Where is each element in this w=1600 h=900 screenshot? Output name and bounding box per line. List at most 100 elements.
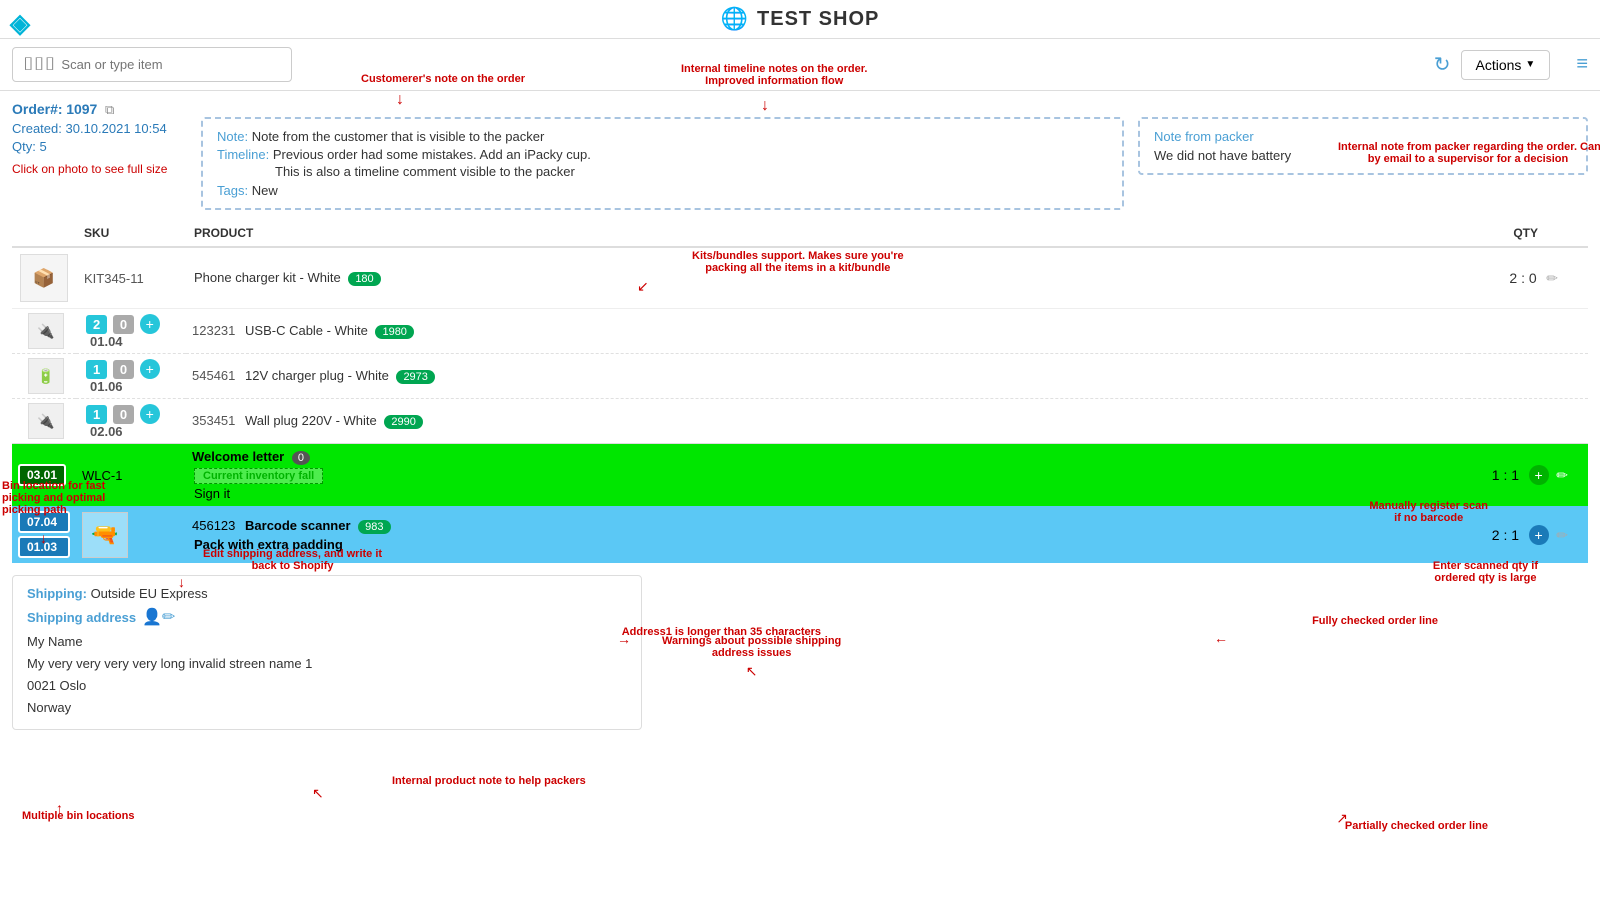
- scan-input-wrapper[interactable]: ⌷⌷⌷: [12, 47, 292, 82]
- order-number: Order#: 1097 ⧉: [12, 101, 187, 118]
- checked-subnote: Current inventory fall Sign it: [192, 465, 1462, 501]
- sub2-controls: 1 0 + 01.06: [76, 354, 186, 399]
- sub3-image-cell: 🔌: [12, 399, 76, 444]
- shipping-addr-header: Shipping address 👤✏: [27, 607, 627, 627]
- ann-arrow-multi: ↑: [56, 800, 63, 816]
- menu-icon[interactable]: ≡: [1576, 53, 1588, 76]
- sub2-qty-col: [1468, 354, 1588, 399]
- ann-arrow-kit: ↙: [637, 278, 649, 295]
- col-sku-header: SKU: [76, 220, 186, 247]
- copy-icon[interactable]: ⧉: [105, 102, 114, 117]
- checked-badge: 0: [292, 451, 310, 465]
- scan-input[interactable]: [61, 57, 281, 72]
- partial-add-button[interactable]: +: [1529, 525, 1549, 545]
- ann-arrow-warnings: ↖: [662, 663, 841, 680]
- kit-thumbnail[interactable]: 📦: [20, 254, 68, 302]
- sub2-sku-name: 545461 12V charger plug - White 2973: [186, 354, 1468, 399]
- sub3-badge: 2990: [384, 415, 422, 429]
- checked-edit-icon[interactable]: ✏: [1556, 467, 1568, 483]
- logo: ◈: [10, 8, 30, 39]
- kit-edit-icon[interactable]: ✏: [1546, 270, 1558, 286]
- col-qty-header: QTY: [1468, 220, 1588, 247]
- sub2-qty-zero: 0: [113, 360, 134, 379]
- ann-bin: Bin location for fastpicking and optimal…: [2, 480, 122, 516]
- col-product-header: PRODUCT: [186, 220, 1468, 247]
- inventory-label: Current inventory fall: [194, 468, 323, 484]
- sub3-add-button[interactable]: +: [140, 404, 160, 424]
- ann-product-note: Internal product note to help packers: [392, 775, 586, 787]
- sub-item-row-1: 🔌 2 0 + 01.04 123231 USB-C Cable - White: [12, 309, 1588, 354]
- ann-ship-warnings: Warnings about possible shippingaddress …: [662, 635, 841, 659]
- actions-button[interactable]: Actions ▼: [1461, 50, 1551, 80]
- partial-thumbnail[interactable]: 🔫: [82, 512, 128, 558]
- checked-add-button[interactable]: +: [1529, 465, 1549, 485]
- checked-qty-cell: 1 : 1 + ✏: [1468, 444, 1588, 507]
- sub1-qty-packed: 2: [86, 315, 107, 334]
- note-line: Note: Note from the customer that is vis…: [217, 129, 1108, 144]
- sub2-qty-packed: 1: [86, 360, 107, 379]
- ann-multi-bin: Multiple bin locations: [22, 810, 134, 822]
- sub2-thumbnail[interactable]: 🔋: [28, 358, 64, 394]
- ann-arrow-checked: ←: [1214, 630, 1228, 646]
- partial-badge: 983: [358, 520, 390, 534]
- sub1-badge: 1980: [375, 325, 413, 339]
- ann-manual: Manually register scanif no barcode: [1369, 500, 1488, 524]
- ann-arrow-bin: ↓: [40, 530, 47, 546]
- sub2-add-button[interactable]: +: [140, 359, 160, 379]
- sub1-qty-zero: 0: [113, 315, 134, 334]
- main-content: Order#: 1097 ⧉ Created: 30.10.2021 10:54…: [0, 91, 1600, 740]
- ann-enter-qty: Enter scanned qty ifordered qty is large: [1433, 560, 1538, 584]
- ann-arrow-partial: ↗: [1336, 810, 1348, 827]
- product-table-area: Kits/bundles support. Makes sure you'rep…: [12, 220, 1588, 563]
- edit-address-icon[interactable]: 👤✏: [142, 607, 175, 627]
- packer-note-area: Internal note from packer regarding the …: [1138, 101, 1588, 175]
- sub3-thumbnail[interactable]: 🔌: [28, 403, 64, 439]
- photo-hint[interactable]: Click on photo to see full size: [12, 162, 187, 176]
- refresh-button[interactable]: ↻: [1434, 52, 1451, 77]
- sub3-qty-packed: 1: [86, 405, 107, 424]
- partial-note: Pack with extra padding: [192, 537, 1462, 552]
- notes-area: Customerer's note on the order ↓ Interna…: [201, 101, 1124, 210]
- app-title: 🌐 TEST SHOP: [721, 6, 880, 32]
- globe-icon: 🌐: [721, 6, 749, 32]
- checked-name-cell: Welcome letter 0 Current inventory fall …: [186, 444, 1468, 507]
- sub3-sku-name: 353451 Wall plug 220V - White 2990: [186, 399, 1468, 444]
- barcode-icon: ⌷⌷⌷: [23, 54, 55, 75]
- partial-edit-icon[interactable]: ✏: [1556, 527, 1568, 543]
- kit-badge: 180: [348, 272, 380, 286]
- shipping-method-line: Shipping: Outside EU Express: [27, 586, 627, 601]
- order-created: Created: 30.10.2021 10:54: [12, 121, 187, 136]
- kit-image-cell: 📦: [12, 247, 76, 309]
- kit-sku-cell: KIT345-11: [76, 247, 186, 309]
- ann-arrow-product: ↖: [312, 785, 324, 802]
- shipping-warnings-area: Warnings about possible shippingaddress …: [662, 635, 841, 730]
- ann-arrow-addr1: →: [617, 631, 631, 647]
- customer-note-box: Note: Note from the customer that is vis…: [201, 117, 1124, 210]
- col-image: [12, 220, 76, 247]
- sub2-badge: 2973: [396, 370, 434, 384]
- ann-customer-note: Customerer's note on the order: [361, 73, 525, 85]
- ann-arrow-2: ↓: [761, 97, 769, 115]
- tags-line: Tags: New: [217, 183, 1108, 198]
- sub1-qty-col: [1468, 309, 1588, 354]
- checked-row: 03.01 WLC-1 Welcome letter 0 Current inv…: [12, 444, 1588, 507]
- sub1-image-cell: 🔌: [12, 309, 76, 354]
- sub1-sku-name: 123231 USB-C Cable - White 1980: [186, 309, 1468, 354]
- sub-item-row-2: 🔋 1 0 + 01.06 545461 12V charger plug - …: [12, 354, 1588, 399]
- sub3-controls: 1 0 + 02.06: [76, 399, 186, 444]
- sub3-qty-zero: 0: [113, 405, 134, 424]
- sub2-image-cell: 🔋: [12, 354, 76, 399]
- sub-item-row-3: 🔌 1 0 + 02.06 353451 Wall plug 220V - Wh…: [12, 399, 1588, 444]
- ann-partial: Partially checked order line: [1345, 820, 1488, 832]
- ann-edit-ship: Edit shipping address, and write itback …: [203, 548, 382, 572]
- ann-fully-checked: Fully checked order line: [1312, 615, 1438, 627]
- ann-arrow-edit-ship: ↓: [178, 574, 185, 590]
- sub1-thumbnail[interactable]: 🔌: [28, 313, 64, 349]
- shipping-box: Edit shipping address, and write itback …: [12, 575, 642, 730]
- ann-packer-note: Internal note from packer regarding the …: [1338, 141, 1598, 165]
- sub1-controls: 2 0 + 01.04: [76, 309, 186, 354]
- order-qty: Qty: 5: [12, 139, 187, 154]
- sub1-add-button[interactable]: +: [140, 314, 160, 334]
- shipping-area: Edit shipping address, and write itback …: [12, 575, 1588, 730]
- kit-qty-cell: 2 : 0 ✏: [1468, 247, 1588, 309]
